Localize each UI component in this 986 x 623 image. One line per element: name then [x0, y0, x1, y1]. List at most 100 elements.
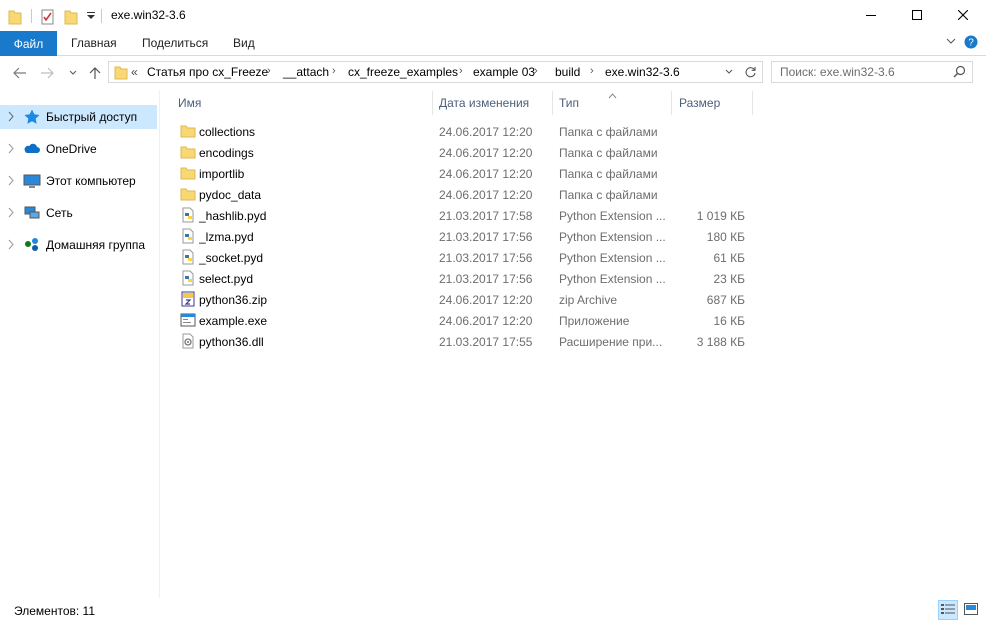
breadcrumb-item[interactable]: __attach	[283, 65, 329, 79]
sidebar-item-label: Домашняя группа	[46, 238, 146, 252]
separator	[101, 9, 102, 23]
file-name[interactable]: _hashlib.pyd	[199, 209, 266, 223]
file-type: Папка с файлами	[559, 188, 658, 202]
file-date: 24.06.2017 12:20	[439, 293, 533, 307]
minimize-button[interactable]	[848, 0, 894, 31]
chevron-right-icon[interactable]	[8, 207, 15, 221]
maximize-icon	[912, 9, 922, 23]
cloud-icon	[23, 140, 41, 158]
file-type: Папка с файлами	[559, 146, 658, 160]
breadcrumb-item[interactable]: Статья про cx_Freeze	[147, 65, 268, 79]
navigation-bar: « Статья про cx_Freeze › __attach › cx_f…	[0, 56, 986, 90]
file-name[interactable]: _lzma.pyd	[199, 230, 254, 244]
table-row[interactable]: pydoc_data 24.06.2017 12:20 Папка с файл…	[172, 184, 772, 205]
file-size: 180 КБ	[706, 230, 745, 244]
breadcrumb-separator-icon[interactable]: ›	[534, 65, 538, 77]
maximize-button[interactable]	[894, 0, 940, 31]
column-divider[interactable]	[552, 91, 553, 115]
column-header-date[interactable]: Дата изменения	[439, 91, 529, 115]
chevron-right-icon[interactable]	[8, 111, 15, 125]
file-name[interactable]: _socket.pyd	[199, 251, 263, 265]
column-header-name[interactable]: Имя	[178, 91, 201, 115]
column-divider[interactable]	[671, 91, 672, 115]
table-row[interactable]: collections 24.06.2017 12:20 Папка с фай…	[172, 121, 772, 142]
ribbon-expand-icon[interactable]	[945, 35, 957, 50]
tab-share[interactable]: Поделиться	[142, 36, 208, 50]
tab-home[interactable]: Главная	[71, 36, 117, 50]
breadcrumb-separator-icon[interactable]: ›	[590, 65, 594, 77]
table-row[interactable]: select.pyd 21.03.2017 17:56 Python Exten…	[172, 268, 772, 289]
breadcrumb-item[interactable]: cx_freeze_examples	[348, 65, 458, 79]
tab-view[interactable]: Вид	[233, 36, 255, 50]
table-row[interactable]: _hashlib.pyd 21.03.2017 17:58 Python Ext…	[172, 205, 772, 226]
file-name[interactable]: pydoc_data	[199, 188, 261, 202]
up-button[interactable]	[86, 64, 104, 82]
chevron-right-icon[interactable]	[8, 239, 15, 253]
large-icons-view-button[interactable]	[961, 600, 981, 620]
properties-icon[interactable]	[40, 6, 56, 26]
table-row[interactable]: python36.dll 21.03.2017 17:55 Расширение…	[172, 331, 772, 352]
breadcrumb-separator-icon[interactable]: ›	[459, 65, 463, 77]
chevron-down-icon[interactable]	[86, 6, 96, 26]
chevron-right-icon[interactable]	[8, 175, 15, 189]
table-row[interactable]: encodings 24.06.2017 12:20 Папка с файла…	[172, 142, 772, 163]
breadcrumb-current[interactable]: exe.win32-3.6	[605, 65, 680, 79]
column-divider[interactable]	[432, 91, 433, 115]
table-row[interactable]: _lzma.pyd 21.03.2017 17:56 Python Extens…	[172, 226, 772, 247]
file-name[interactable]: select.pyd	[199, 272, 253, 286]
folder-icon	[180, 186, 196, 202]
file-date: 21.03.2017 17:55	[439, 335, 533, 349]
table-row[interactable]: python36.zip 24.06.2017 12:20 zip Archiv…	[172, 289, 772, 310]
file-name[interactable]: python36.zip	[199, 293, 267, 307]
file-date: 21.03.2017 17:56	[439, 251, 533, 265]
new-folder-icon[interactable]	[64, 6, 78, 26]
breadcrumb-item[interactable]: build	[555, 65, 580, 79]
help-icon[interactable]: ?	[964, 35, 978, 52]
recent-locations-button[interactable]	[64, 64, 82, 82]
title-bar: exe.win32-3.6	[0, 0, 986, 31]
tab-file[interactable]: Файл	[0, 31, 57, 56]
python-file-icon	[180, 249, 196, 265]
file-name[interactable]: importlib	[199, 167, 244, 181]
item-count: Элементов: 11	[14, 604, 95, 618]
refresh-button[interactable]	[739, 62, 761, 82]
chevron-right-icon[interactable]	[8, 143, 15, 157]
search-icon[interactable]	[953, 65, 966, 81]
breadcrumb-separator-icon[interactable]: ›	[332, 65, 336, 77]
column-divider[interactable]	[752, 91, 753, 115]
breadcrumb-separator-icon[interactable]: ›	[267, 65, 271, 77]
file-date: 24.06.2017 12:20	[439, 125, 533, 139]
exe-icon	[180, 312, 196, 328]
folder-icon	[180, 123, 196, 139]
table-row[interactable]: _socket.pyd 21.03.2017 17:56 Python Exte…	[172, 247, 772, 268]
details-view-button[interactable]	[938, 600, 958, 620]
search-box[interactable]: Поиск: exe.win32-3.6	[771, 61, 973, 83]
sidebar-item-quick-access[interactable]: Быстрый доступ	[0, 105, 157, 129]
column-header-type[interactable]: Тип	[559, 91, 579, 115]
address-bar[interactable]: « Статья про cx_Freeze › __attach › cx_f…	[108, 61, 763, 83]
computer-icon	[23, 172, 41, 190]
star-icon	[23, 108, 41, 126]
file-name[interactable]: encodings	[199, 146, 254, 160]
back-button[interactable]	[11, 64, 29, 82]
file-name[interactable]: python36.dll	[199, 335, 264, 349]
sidebar-item-this-pc[interactable]: Этот компьютер	[0, 169, 157, 193]
sidebar-item-homegroup[interactable]: Домашняя группа	[0, 233, 157, 257]
file-name[interactable]: example.exe	[199, 314, 267, 328]
table-row[interactable]: importlib 24.06.2017 12:20 Папка с файла…	[172, 163, 772, 184]
sidebar-item-onedrive[interactable]: OneDrive	[0, 137, 157, 161]
forward-button[interactable]	[38, 64, 56, 82]
homegroup-icon	[23, 236, 41, 254]
close-button[interactable]	[940, 0, 986, 31]
table-row[interactable]: example.exe 24.06.2017 12:20 Приложение …	[172, 310, 772, 331]
sidebar-item-network[interactable]: Сеть	[0, 201, 157, 225]
file-name[interactable]: collections	[199, 125, 255, 139]
search-input[interactable]: Поиск: exe.win32-3.6	[780, 65, 895, 79]
file-date: 21.03.2017 17:58	[439, 209, 533, 223]
breadcrumb-item[interactable]: example 03	[473, 65, 535, 79]
folder-icon[interactable]	[8, 6, 22, 26]
column-header-size[interactable]: Размер	[679, 91, 720, 115]
file-date: 21.03.2017 17:56	[439, 272, 533, 286]
address-overflow[interactable]: «	[131, 65, 138, 79]
address-dropdown-button[interactable]	[720, 62, 738, 82]
